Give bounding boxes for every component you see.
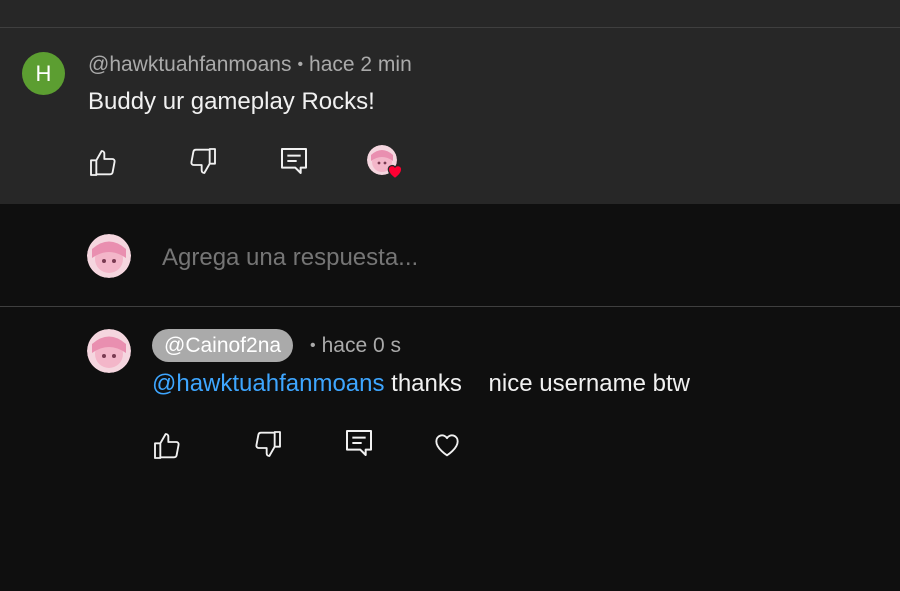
commenter-avatar[interactable]: H	[22, 52, 65, 95]
mention-link[interactable]: @hawktuahfanmoans	[152, 370, 385, 397]
current-user-avatar	[87, 234, 131, 278]
thumb-up-icon	[154, 433, 180, 459]
like-button[interactable]	[87, 147, 119, 179]
reply-icon	[281, 148, 307, 174]
reply-dislike-button[interactable]	[252, 428, 284, 460]
reply-body: thanks nice username btw	[384, 370, 690, 397]
dislike-button[interactable]	[187, 145, 219, 177]
separator-dot: •	[297, 56, 304, 73]
reply-button[interactable]	[278, 145, 310, 177]
divider	[0, 306, 900, 307]
comment-time[interactable]: hace 2 min	[309, 53, 412, 76]
thumb-up-icon	[90, 150, 116, 176]
thumb-down-icon	[190, 148, 216, 174]
reply-author-avatar[interactable]	[87, 329, 131, 373]
reply-text: @hawktuahfanmoans thanks nice username b…	[152, 370, 690, 398]
comment-meta: @hawktuahfanmoans • hace 2 min	[88, 53, 412, 77]
separator-dot: •	[310, 337, 316, 354]
heart-icon	[435, 434, 459, 457]
thumb-down-icon	[255, 431, 281, 457]
creator-heart-badge[interactable]	[367, 145, 403, 181]
reply-meta: • hace 0 s	[310, 334, 401, 358]
comment-author[interactable]: @hawktuahfanmoans	[88, 53, 291, 76]
reply-like-button[interactable]	[151, 430, 183, 462]
reply-input[interactable]	[160, 240, 864, 276]
reply-icon	[346, 430, 372, 456]
comment-text: Buddy ur gameplay Rocks!	[88, 88, 375, 115]
heart-button[interactable]	[431, 428, 463, 460]
highlighted-comment: H @hawktuahfanmoans • hace 2 min Buddy ur …	[0, 0, 900, 204]
reply-author-chip[interactable]: @Cainof2na	[152, 329, 294, 362]
creator-heart-icon	[387, 164, 403, 180]
reply-reply-button[interactable]	[343, 427, 375, 459]
divider	[0, 27, 900, 28]
reply-time[interactable]: hace 0 s	[322, 334, 401, 357]
